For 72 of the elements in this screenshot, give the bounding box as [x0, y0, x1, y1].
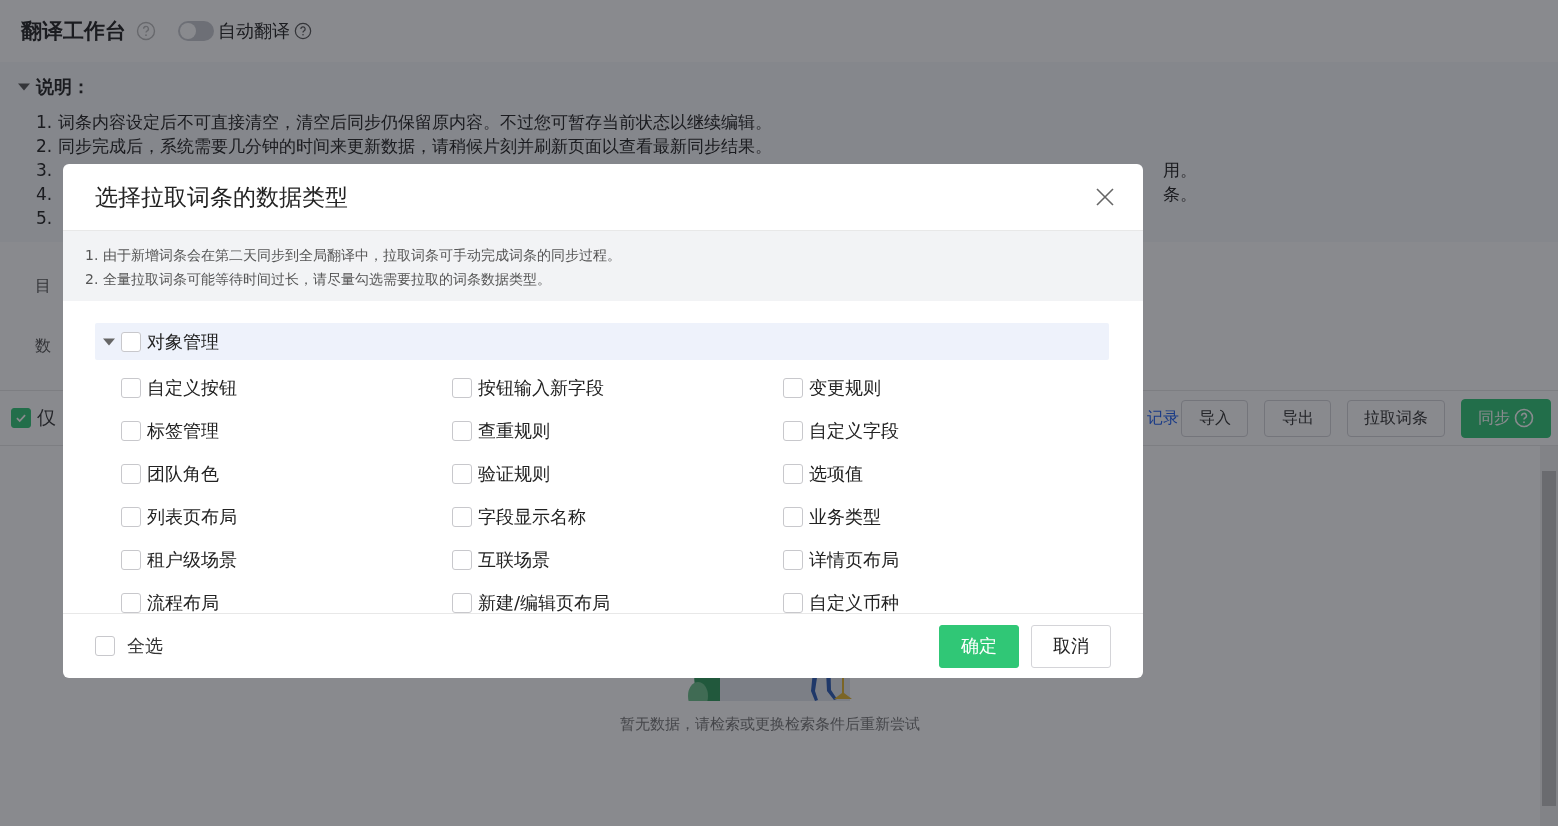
- checkbox-label: 仅: [37, 405, 56, 430]
- checkbox-label: 团队角色: [147, 461, 219, 486]
- checkbox-label: 验证规则: [478, 461, 550, 486]
- checkbox-label: 详情页布局: [809, 547, 899, 572]
- checkbox[interactable]: [452, 377, 472, 398]
- records-link[interactable]: 记录: [1147, 407, 1179, 429]
- notice-text: 1. 由于新增词条会在第二天同步到全局翻译中，拉取词条可手动完成词条的同步过程。: [85, 246, 622, 265]
- checkbox[interactable]: [121, 549, 141, 570]
- dialog-title: 选择拉取词条的数据类型: [95, 182, 348, 212]
- empty-state-text: 暂无数据，请检索或更换检索条件后重新尝试: [620, 715, 920, 734]
- group-label: 对象管理: [147, 329, 219, 354]
- note-text: 1. 词条内容设定后不可直接清空，清空后同步仍保留原内容。不过您可暂存当前状态以继续编辑。: [36, 112, 772, 132]
- checkbox[interactable]: [11, 408, 31, 428]
- toolbar-button[interactable]: 导出: [1264, 399, 1331, 437]
- note-text: 4.: [36, 184, 53, 204]
- checkbox[interactable]: [452, 420, 472, 441]
- checkbox-label: 流程布局: [147, 590, 219, 613]
- note-text: 5.: [36, 208, 53, 228]
- checkbox-label: 自定义币种: [809, 590, 899, 613]
- filter-label: 数: [35, 336, 51, 355]
- checkbox-label: 业务类型: [809, 504, 881, 529]
- notice-text: 2. 全量拉取词条可能等待时间过长，请尽量勾选需要拉取的词条数据类型。: [85, 270, 552, 289]
- checkbox[interactable]: [121, 377, 141, 398]
- checkbox[interactable]: [783, 549, 803, 570]
- checkbox-label: 变更规则: [809, 375, 881, 400]
- checkbox[interactable]: [95, 636, 115, 656]
- checkbox[interactable]: [452, 463, 472, 484]
- filter-label: 目: [35, 276, 51, 295]
- help-icon[interactable]: [136, 21, 156, 41]
- checkbox-label: 自定义字段: [809, 418, 899, 443]
- note-text: 3.: [36, 160, 53, 180]
- checkbox-label: 互联场景: [478, 547, 550, 572]
- notes-heading: 说明：: [36, 75, 90, 99]
- toggle-switch[interactable]: [178, 21, 214, 41]
- checkbox[interactable]: [783, 592, 803, 613]
- checkbox[interactable]: [121, 331, 141, 352]
- note-text: 用。: [1163, 159, 1197, 182]
- checkbox-label: 全选: [127, 634, 163, 658]
- checkbox[interactable]: [121, 420, 141, 441]
- page-title: 翻译工作台: [21, 18, 126, 45]
- checkbox-label: 选项值: [809, 461, 863, 486]
- checkbox-label: 标签管理: [147, 418, 219, 443]
- help-icon: [1514, 408, 1534, 428]
- checkbox[interactable]: [783, 463, 803, 484]
- close-icon[interactable]: [1095, 187, 1115, 207]
- checkbox-label: 租户级场景: [147, 547, 237, 572]
- checkbox-label: 列表页布局: [147, 504, 237, 529]
- checkbox[interactable]: [452, 549, 472, 570]
- checkbox[interactable]: [452, 592, 472, 613]
- checkbox-label: 新建/编辑页布局: [478, 590, 611, 613]
- collapse-icon[interactable]: [103, 335, 115, 348]
- checkbox[interactable]: [121, 463, 141, 484]
- note-text: 2. 同步完成后，系统需要几分钟的时间来更新数据，请稍候片刻并刷新页面以查看最新同步结果。: [36, 136, 772, 156]
- checkbox[interactable]: [783, 377, 803, 398]
- checkbox[interactable]: [783, 420, 803, 441]
- checkbox[interactable]: [783, 506, 803, 527]
- scrollbar[interactable]: [1540, 446, 1558, 826]
- checkbox[interactable]: [121, 592, 141, 613]
- note-text: 条。: [1163, 183, 1197, 206]
- checkbox-label: 查重规则: [478, 418, 550, 443]
- collapse-icon[interactable]: [18, 81, 30, 93]
- checkbox[interactable]: [452, 506, 472, 527]
- toolbar-button[interactable]: 导入: [1181, 399, 1248, 437]
- checkbox[interactable]: [121, 506, 141, 527]
- toggle-label: 自动翻译: [218, 19, 290, 43]
- checkbox-label: 自定义按钮: [147, 375, 237, 400]
- checkbox-label: 字段显示名称: [478, 504, 586, 529]
- toolbar-button[interactable]: 拉取词条: [1347, 399, 1445, 437]
- cancel-button[interactable]: 取消: [1031, 624, 1111, 668]
- checkbox-label: 按钮输入新字段: [478, 375, 604, 400]
- group-row[interactable]: 对象管理: [95, 323, 1109, 360]
- help-icon[interactable]: [294, 22, 312, 40]
